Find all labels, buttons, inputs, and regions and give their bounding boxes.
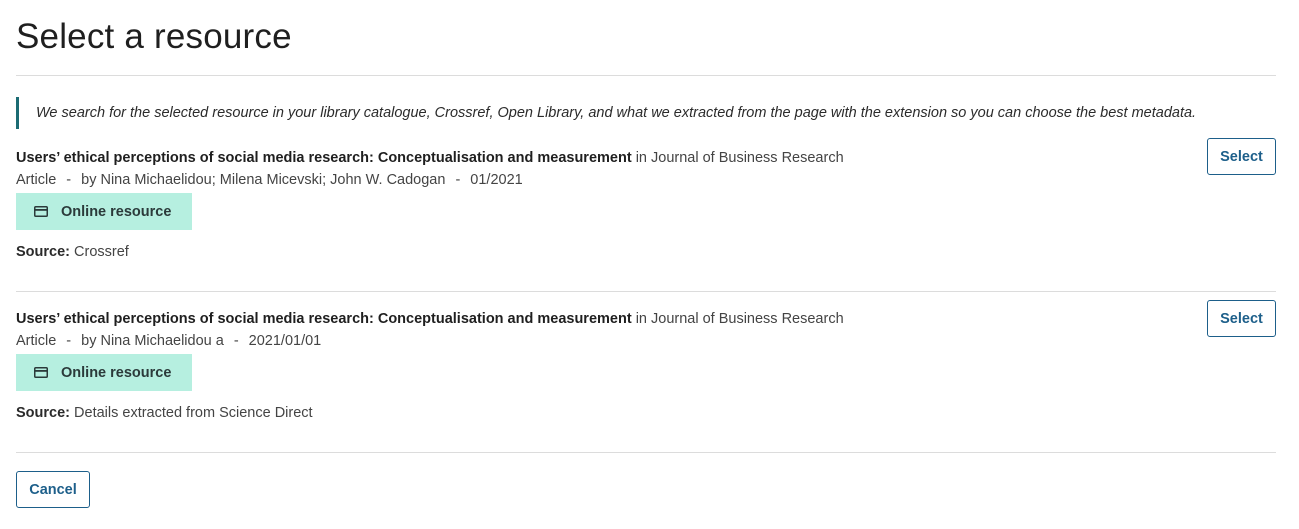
result-date: 01/2021 bbox=[470, 172, 523, 188]
source-label: Source: bbox=[16, 405, 70, 421]
page-title: Select a resource bbox=[16, 17, 292, 56]
source-value: Details extracted from Science Direct bbox=[74, 405, 313, 421]
result-source: Source: Details extracted from Science D… bbox=[16, 403, 313, 423]
title-divider bbox=[16, 75, 1276, 76]
meta-separator: - bbox=[66, 333, 72, 349]
result-title-line: Users’ ethical perceptions of social med… bbox=[16, 309, 844, 329]
result-journal: in Journal of Business Research bbox=[635, 311, 844, 327]
online-resource-badge: Online resource bbox=[16, 354, 192, 391]
result-title: Users’ ethical perceptions of social med… bbox=[16, 150, 632, 166]
result-authors: by Nina Michaelidou a bbox=[81, 333, 224, 349]
meta-separator: - bbox=[455, 172, 461, 188]
credit-card-icon bbox=[34, 367, 48, 378]
select-button[interactable]: Select bbox=[1207, 138, 1276, 175]
result-type: Article bbox=[16, 172, 57, 188]
result-divider bbox=[16, 291, 1276, 292]
footer-divider bbox=[16, 452, 1276, 453]
source-value: Crossref bbox=[74, 244, 129, 260]
online-resource-badge: Online resource bbox=[16, 193, 192, 230]
info-note: We search for the selected resource in y… bbox=[16, 97, 1276, 129]
result-date: 2021/01/01 bbox=[248, 333, 322, 349]
meta-separator: - bbox=[66, 172, 72, 188]
result-meta: Article - by Nina Michaelidou a -2021/01/01 bbox=[16, 331, 321, 351]
select-button[interactable]: Select bbox=[1207, 300, 1276, 337]
online-resource-label: Online resource bbox=[61, 203, 172, 220]
result-journal: in Journal of Business Research bbox=[635, 150, 844, 166]
source-label: Source: bbox=[16, 244, 70, 260]
result-source: Source: Crossref bbox=[16, 242, 129, 262]
result-title-line: Users’ ethical perceptions of social med… bbox=[16, 148, 844, 168]
credit-card-icon bbox=[34, 206, 48, 217]
cancel-button[interactable]: Cancel bbox=[16, 471, 90, 508]
result-authors: by Nina Michaelidou; Milena Micevski; Jo… bbox=[81, 172, 446, 188]
meta-separator: - bbox=[233, 333, 239, 349]
result-meta: Article - by Nina Michaelidou; Milena Mice… bbox=[16, 170, 523, 190]
result-title: Users’ ethical perceptions of social med… bbox=[16, 311, 632, 327]
result-type: Article bbox=[16, 333, 57, 349]
online-resource-label: Online resource bbox=[61, 364, 172, 381]
